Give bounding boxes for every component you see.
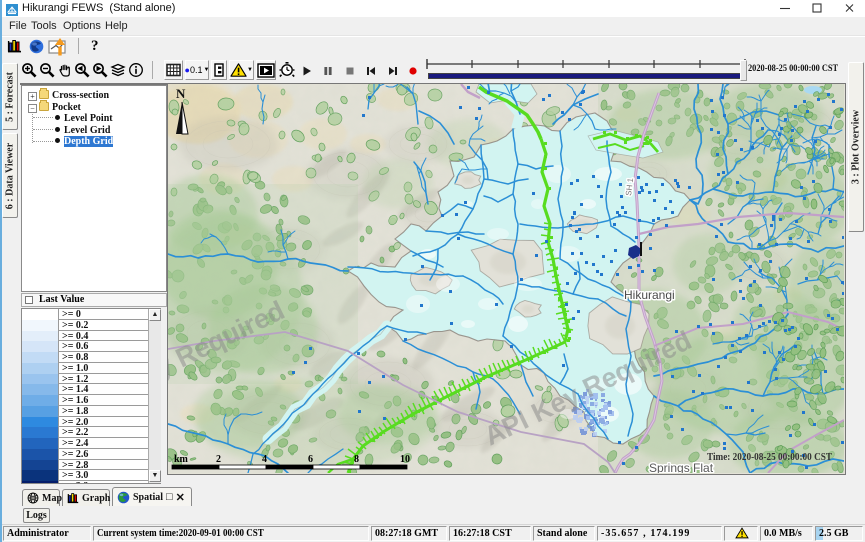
svg-text:10: 10 — [400, 454, 410, 465]
svg-text:4: 4 — [262, 454, 267, 465]
svg-text:8: 8 — [354, 454, 359, 465]
svg-text:km: km — [174, 454, 189, 465]
svg-text:Time: 2020-08-25 00:00:00 CST: Time: 2020-08-25 00:00:00 CST — [707, 452, 832, 463]
svg-text:6: 6 — [308, 454, 313, 465]
svg-text:N: N — [176, 86, 186, 101]
svg-text:Springs Flat: Springs Flat — [649, 461, 714, 473]
svg-text:2: 2 — [216, 454, 221, 465]
svg-text:Hikurangi: Hikurangi — [624, 288, 675, 302]
